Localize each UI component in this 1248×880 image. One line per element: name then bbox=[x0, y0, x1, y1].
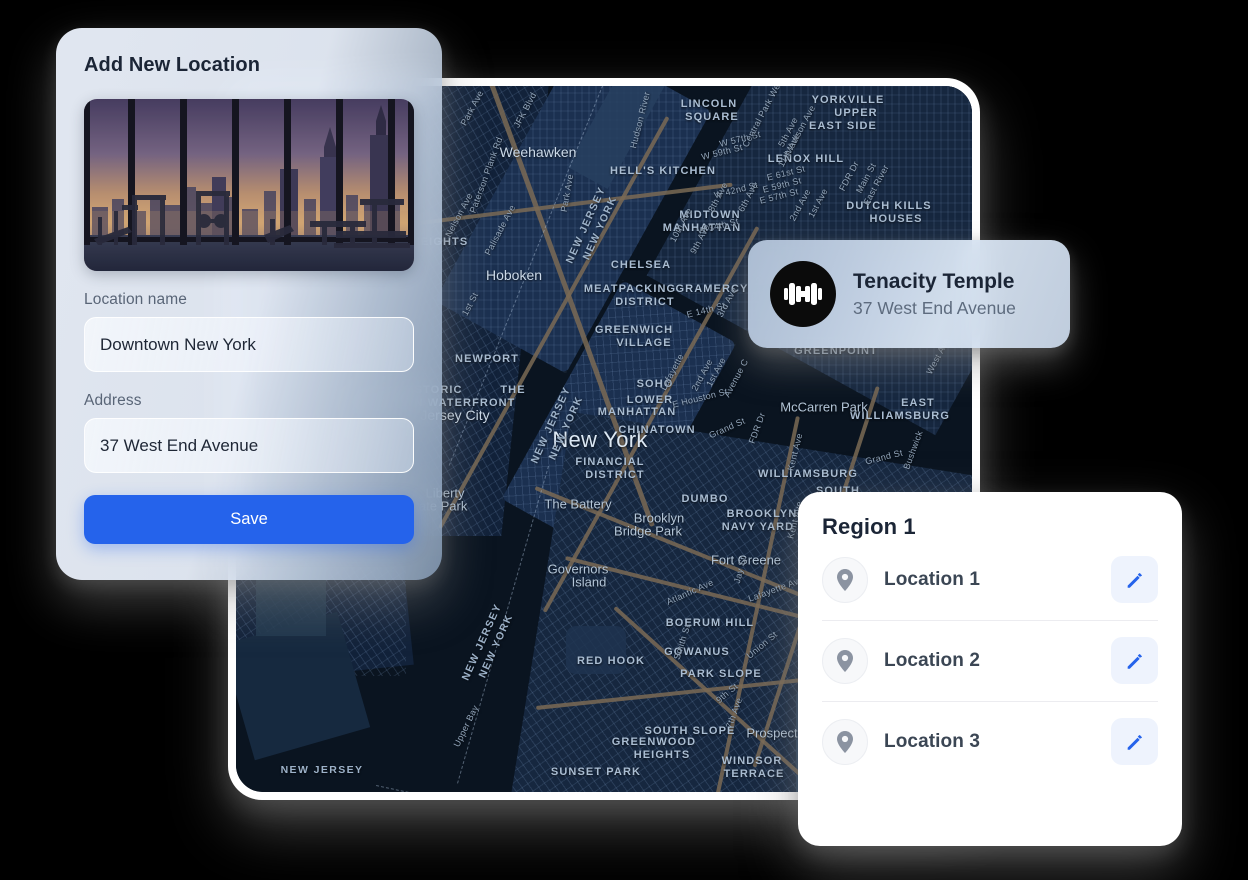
list-item[interactable]: Location 2 bbox=[822, 621, 1158, 702]
add-location-card: Add New Location Location name Downtown … bbox=[56, 28, 442, 580]
save-button[interactable]: Save bbox=[84, 495, 414, 544]
gym-photo-svg bbox=[84, 99, 414, 271]
location-tooltip-card[interactable]: Tenacity Temple 37 West End Avenue bbox=[748, 240, 1070, 348]
pencil-icon bbox=[1127, 653, 1142, 669]
edit-location-button[interactable] bbox=[1111, 718, 1158, 765]
address-input[interactable]: 37 West End Avenue bbox=[84, 418, 414, 473]
list-item-content: Location 2 bbox=[884, 650, 1095, 672]
dumbbell-glyph bbox=[784, 283, 822, 305]
map-governors-island bbox=[566, 626, 626, 674]
card-title: Add New Location bbox=[84, 54, 261, 76]
location-name-input[interactable]: Downtown New York bbox=[84, 317, 414, 372]
app-root: New York Jersey City Hoboken Weehawken LINCO… bbox=[0, 0, 1248, 880]
location-name: Location 2 bbox=[884, 649, 981, 671]
list-item[interactable]: Location 3 bbox=[822, 702, 1158, 782]
address-label: Address bbox=[84, 392, 142, 409]
list-item-content: Location 3 bbox=[884, 731, 1095, 753]
pencil-icon bbox=[1127, 734, 1142, 750]
map-pin-glyph bbox=[837, 568, 853, 591]
edit-location-button[interactable] bbox=[1111, 637, 1158, 684]
location-name: Location 1 bbox=[884, 568, 981, 590]
list-item[interactable]: Location 1 bbox=[822, 540, 1158, 621]
location-name: Location 3 bbox=[884, 730, 981, 752]
list-item-content: Location 1 bbox=[884, 569, 1095, 591]
tooltip-location-name: Tenacity Temple bbox=[853, 270, 1015, 294]
region-panel: Region 1 Location 1 Location 2 Location … bbox=[798, 492, 1182, 846]
pencil-icon bbox=[1127, 572, 1142, 588]
gym-skyline-photo bbox=[84, 99, 414, 271]
location-name-label: Location name bbox=[84, 291, 187, 308]
tooltip-text-block: Tenacity Temple 37 West End Avenue bbox=[853, 269, 1016, 318]
map-pin-icon bbox=[822, 556, 868, 603]
map-pin-icon bbox=[822, 718, 868, 765]
map-pin-glyph bbox=[837, 649, 853, 672]
dumbbell-icon bbox=[770, 261, 836, 327]
region-title: Region 1 bbox=[822, 514, 916, 539]
map-pin-icon bbox=[822, 637, 868, 684]
tooltip-location-address: 37 West End Avenue bbox=[853, 297, 1016, 318]
map-pin-glyph bbox=[837, 730, 853, 753]
edit-location-button[interactable] bbox=[1111, 556, 1158, 603]
